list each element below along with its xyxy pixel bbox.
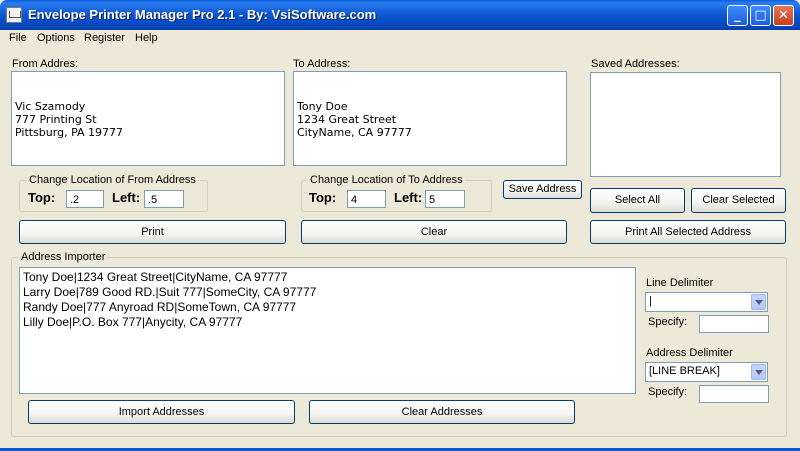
from-line: Pittsburg, PA 19777: [15, 126, 124, 139]
menu-register[interactable]: Register: [84, 32, 125, 44]
address-delimiter-select[interactable]: [LINE BREAK]: [645, 362, 768, 382]
line-delimiter-value: |: [649, 295, 652, 307]
from-address-label: From Addres:: [12, 58, 79, 70]
minimize-button[interactable]: _: [727, 5, 748, 26]
menu-bar: File Options Register Help: [0, 30, 800, 48]
to-line: 1234 Great Street: [297, 113, 397, 126]
print-button[interactable]: Print: [19, 220, 286, 244]
to-line: Tony Doe: [297, 100, 348, 113]
from-address-textarea[interactable]: Vic Szamody 777 Printing St Pittsburg, PA …: [11, 71, 285, 166]
to-left-label: Left:: [394, 190, 423, 205]
to-address-label: To Address:: [293, 58, 351, 70]
address-delimiter-specify-label: Specify:: [648, 386, 688, 398]
line-delimiter-select[interactable]: |: [645, 292, 768, 312]
importer-line: Lilly Doe|P.O. Box 777|Anycity, CA 97777: [23, 315, 243, 329]
to-location-title: Change Location of To Address: [308, 174, 465, 186]
importer-line: Tony Doe|1234 Great Street|CityName, CA …: [23, 270, 288, 284]
menu-options[interactable]: Options: [37, 32, 75, 44]
line-delimiter-specify-input[interactable]: [699, 315, 769, 333]
address-delimiter-label: Address Delimiter: [646, 347, 733, 359]
saved-addresses-label: Saved Addresses:: [591, 58, 680, 70]
print-all-selected-button[interactable]: Print All Selected Address: [590, 220, 786, 244]
import-addresses-button[interactable]: Import Addresses: [28, 400, 295, 424]
to-top-input[interactable]: 4: [347, 190, 386, 208]
clear-selected-button[interactable]: Clear Selected: [691, 188, 786, 213]
to-top-label: Top:: [309, 190, 337, 205]
to-line: CityName, CA 97777: [297, 126, 412, 139]
chevron-down-icon[interactable]: [751, 294, 766, 310]
from-left-label: Left:: [112, 190, 141, 205]
app-envelope-icon[interactable]: [6, 7, 22, 23]
line-delimiter-label: Line Delimiter: [646, 277, 714, 289]
menu-file[interactable]: File: [9, 32, 27, 44]
select-all-button[interactable]: Select All: [590, 188, 685, 213]
from-top-label: Top:: [28, 190, 56, 205]
title-bar[interactable]: Envelope Printer Manager Pro 2.1 - By: V…: [0, 0, 800, 30]
address-delimiter-value: [LINE BREAK]: [649, 365, 720, 377]
menu-help[interactable]: Help: [135, 32, 158, 44]
from-left-input[interactable]: .5: [144, 190, 184, 208]
save-address-button[interactable]: Save Address: [503, 180, 582, 199]
to-left-input[interactable]: 5: [425, 190, 465, 208]
importer-line: Larry Doe|789 Good RD.|Suit 777|SomeCity…: [23, 285, 317, 299]
chevron-down-icon[interactable]: [751, 364, 766, 380]
to-address-textarea[interactable]: Tony Doe 1234 Great Street CityName, CA 97…: [293, 71, 567, 166]
address-importer-title: Address Importer: [19, 251, 108, 263]
from-line: 777 Printing St: [15, 113, 97, 126]
from-top-input[interactable]: .2: [66, 190, 104, 208]
saved-addresses-list[interactable]: [590, 72, 781, 177]
address-delimiter-specify-input[interactable]: [699, 385, 769, 403]
line-delimiter-specify-label: Specify:: [648, 316, 688, 328]
close-button[interactable]: ✕: [773, 5, 794, 26]
importer-textarea[interactable]: Tony Doe|1234 Great Street|CityName, CA …: [19, 267, 636, 394]
importer-line: Randy Doe|777 Anyroad RD|SomeTown, CA 97…: [23, 300, 297, 314]
window-title: Envelope Printer Manager Pro 2.1 - By: V…: [28, 7, 377, 22]
from-line: Vic Szamody: [15, 100, 86, 113]
clear-button[interactable]: Clear: [301, 220, 567, 244]
maximize-button[interactable]: □: [750, 5, 771, 26]
clear-addresses-button[interactable]: Clear Addresses: [309, 400, 575, 424]
from-location-title: Change Location of From Address: [27, 174, 198, 186]
